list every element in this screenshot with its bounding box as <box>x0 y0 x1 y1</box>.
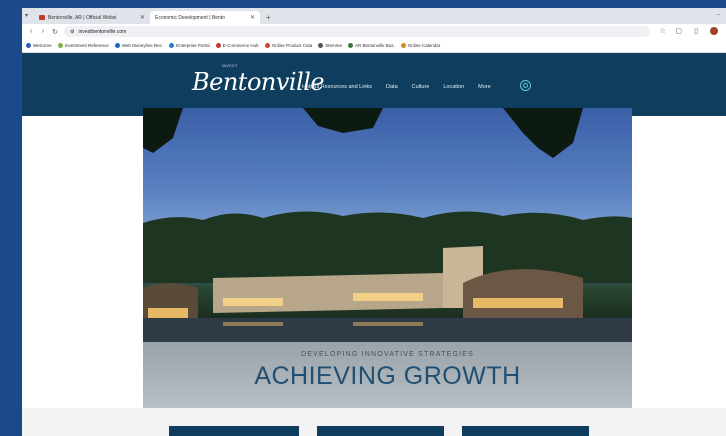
feature-card[interactable] <box>169 426 299 436</box>
bookmark-icon <box>26 43 31 48</box>
site-header: INVEST Bentonville Helpful Resources and… <box>22 53 726 116</box>
nav-item-culture[interactable]: Culture <box>412 84 430 90</box>
tab-title: Bentonville, AR | Official Websi <box>48 14 117 21</box>
nav-item-more[interactable]: More <box>478 84 491 90</box>
search-icon[interactable] <box>520 80 531 91</box>
bookmark-item[interactable]: Welcome <box>26 43 52 48</box>
bookmark-icon <box>114 43 120 48</box>
tab-search-icon[interactable]: ▾ <box>25 12 28 19</box>
url-input[interactable]: ⚙ investbentonville.com <box>64 26 650 37</box>
nav-item-data[interactable]: Data <box>386 84 398 90</box>
bookmark-icon <box>318 43 324 48</box>
bookmark-label: E-Commerce Hub <box>222 43 259 48</box>
tab-title: Economic Development | Bento <box>155 14 225 21</box>
bookmarks-bar: Welcome Investment Reference Web Moneyli… <box>22 39 726 53</box>
bookmark-label: Web Moneyline Rec. <box>121 43 164 48</box>
close-icon[interactable]: ✕ <box>250 14 255 21</box>
new-tab-icon[interactable]: + <box>266 11 271 24</box>
bookmark-icon <box>215 43 221 48</box>
bookmark-label: Stemme <box>325 43 342 48</box>
bookmark-item[interactable]: Online Calendar <box>400 43 441 48</box>
main-nav: Helpful Resources and Links Data Culture… <box>302 84 491 90</box>
bookmark-label: Welcome <box>33 43 52 48</box>
nav-item-resources[interactable]: Helpful Resources and Links <box>302 84 372 90</box>
bookmark-icon <box>57 43 63 48</box>
reload-icon[interactable]: ↻ <box>52 28 58 36</box>
bookmark-item[interactable]: Web Moneyline Rec. <box>114 43 164 48</box>
hero-eyebrow: DEVELOPING INNOVATIVE STRATEGIES <box>301 351 474 358</box>
bookmark-item[interactable]: AR Bentonville Bus. <box>347 43 395 48</box>
browser-window: ▾ Bentonville, AR | Official Websi ✕ Eco… <box>22 8 726 436</box>
bookmark-label: Online Calendar <box>407 43 441 48</box>
hero-banner: DEVELOPING INNOVATIVE STRATEGIES ACHIEVI… <box>143 108 632 408</box>
feature-card[interactable] <box>462 426 589 436</box>
bookmark-icon <box>347 43 353 48</box>
url-text: investbentonville.com <box>78 28 127 35</box>
bookmark-label: Investment Reference <box>64 43 109 48</box>
address-bar: ‹ › ↻ ⚙ investbentonville.com <box>22 24 726 39</box>
site-info-icon[interactable]: ⚙ <box>70 29 74 35</box>
feature-card[interactable] <box>317 426 444 436</box>
bookmark-icon <box>400 43 406 48</box>
side-panel-icon[interactable]: ▯ <box>694 27 698 35</box>
avatar[interactable] <box>710 27 718 35</box>
bookmark-item[interactable]: Investment Reference <box>57 43 109 48</box>
bookmark-item[interactable]: Enterprise Portal <box>169 43 210 48</box>
bookmark-icon <box>264 43 270 48</box>
nav-item-location[interactable]: Location <box>443 84 464 90</box>
tab-economic-development[interactable]: Economic Development | Bento ✕ <box>150 11 260 24</box>
site-logo[interactable]: Bentonville <box>192 68 325 96</box>
bookmark-label: AR Bentonville Bus. <box>354 43 395 48</box>
bookmark-item[interactable]: Stemme <box>318 43 342 48</box>
bookmark-star-icon[interactable]: ☆ <box>660 27 666 35</box>
bookmark-item[interactable]: E-Commerce Hub <box>215 43 259 48</box>
bookmark-label: Online Product Cata <box>271 43 313 48</box>
bookmark-item[interactable]: Online Product Cata <box>264 43 313 48</box>
minimize-icon[interactable]: – <box>717 12 720 18</box>
tab-strip: ▾ Bentonville, AR | Official Websi ✕ Eco… <box>22 8 726 24</box>
bookmark-label: Enterprise Portal <box>176 43 210 48</box>
tab-bentonville[interactable]: Bentonville, AR | Official Websi ✕ <box>34 11 150 24</box>
forward-icon[interactable]: › <box>40 28 46 35</box>
favicon-icon <box>39 15 45 20</box>
extensions-icon[interactable]: ▢ <box>675 27 682 35</box>
bookmark-icon <box>169 43 175 48</box>
close-icon[interactable]: ✕ <box>140 14 145 21</box>
hero-headline: ACHIEVING GROWTH <box>254 362 521 390</box>
back-icon[interactable]: ‹ <box>28 28 34 35</box>
